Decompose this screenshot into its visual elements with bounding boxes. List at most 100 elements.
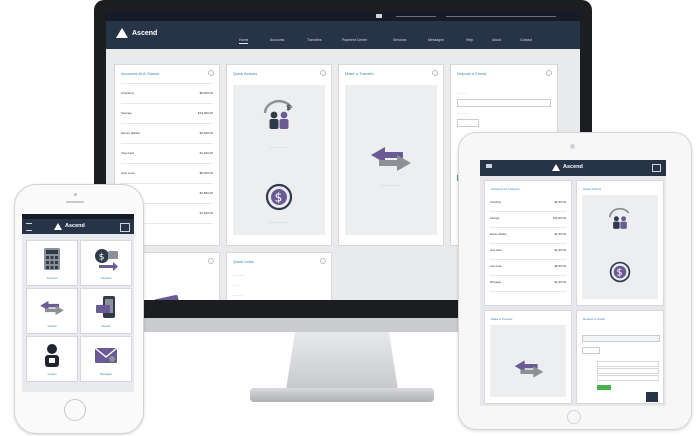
tile-label: Deposit <box>101 325 111 328</box>
tablet-quick-actions-widget: Quick Actions $ <box>576 180 664 306</box>
account-name[interactable]: Mortgage <box>490 281 501 284</box>
close-icon[interactable] <box>320 258 326 264</box>
nav-transfers[interactable]: Transfers <box>307 38 322 42</box>
close-icon[interactable] <box>432 70 438 76</box>
nav-home[interactable]: Home <box>239 38 249 44</box>
tablet-deposit-widget: Deposit a Check <box>576 310 664 404</box>
deposit-submit-button[interactable] <box>597 385 611 390</box>
account-name[interactable]: Auto Loan <box>121 171 135 175</box>
close-icon[interactable] <box>208 258 214 264</box>
close-icon[interactable] <box>320 70 326 76</box>
account-name[interactable]: Checking <box>490 201 501 204</box>
tile-label: Messages <box>100 373 112 376</box>
envelope-icon <box>94 347 118 363</box>
account-name[interactable]: Savings <box>121 111 132 115</box>
tile-deposit[interactable]: Deposit <box>80 288 132 334</box>
deposit-back-upload[interactable] <box>597 368 659 374</box>
transfer-arrows-icon[interactable] <box>513 359 545 379</box>
quick-link[interactable]: — — <box>233 283 240 287</box>
account-balance: $1,200.00 <box>199 151 213 155</box>
phone-speaker <box>66 201 84 203</box>
tile-transfer[interactable]: Transfer <box>26 288 78 334</box>
ascend-logo-icon[interactable] <box>54 223 62 230</box>
deposit-field-label: — — — <box>457 91 468 95</box>
nav-about[interactable]: About <box>492 38 501 42</box>
chat-icon[interactable] <box>486 164 492 168</box>
account-name[interactable]: Visa Card <box>490 249 501 252</box>
loan-officer-icon[interactable] <box>607 207 633 229</box>
tile-messages[interactable]: Messages <box>80 336 132 382</box>
quick-action-caption: — — — — — <box>269 220 289 224</box>
brand-name[interactable]: Ascend <box>65 223 85 229</box>
menu-icon[interactable] <box>652 164 661 172</box>
transfer-title: Make a Transfer <box>345 71 374 76</box>
transfer-caption: — — — — — <box>381 183 401 187</box>
transfer-arrows-icon <box>40 300 64 316</box>
tablet-camera <box>570 144 575 149</box>
account-balance: $4,000.00 <box>554 233 566 236</box>
tile-transfers[interactable]: $ Transfers <box>80 240 132 286</box>
deposit-amount-input[interactable] <box>457 119 479 127</box>
dollar-circle-icon[interactable]: $ <box>609 261 631 283</box>
deposit-account-select[interactable] <box>457 99 551 107</box>
close-icon[interactable] <box>208 70 214 76</box>
tile-label: Transfer <box>47 325 57 328</box>
phone-camera <box>74 193 77 196</box>
phone-home-button <box>64 399 86 421</box>
account-icon[interactable] <box>120 223 130 232</box>
account-balance: $1,200.00 <box>554 281 566 284</box>
deposit-account-select[interactable] <box>582 335 660 342</box>
account-name[interactable]: Visa Card <box>121 151 134 155</box>
brand-name[interactable]: Ascend <box>132 30 157 37</box>
tile-accounts[interactable]: Accounts <box>26 240 78 286</box>
chat-icon[interactable] <box>376 14 382 18</box>
deposit-front-upload[interactable] <box>597 361 659 367</box>
quick-link[interactable]: — — — <box>233 273 244 277</box>
tablet-transfer-widget: Make a Transfer <box>484 310 572 404</box>
monitor-base <box>250 388 434 402</box>
account-name[interactable]: Savings <box>490 217 499 220</box>
chat-launcher-icon[interactable] <box>646 392 658 402</box>
nav-payment-center[interactable]: Payment Center <box>342 38 367 42</box>
quick-link[interactable]: — — — <box>233 293 244 297</box>
account-balance: $1,200.00 <box>554 249 566 252</box>
account-balance: $5,000.00 <box>199 91 213 95</box>
loan-officer-icon[interactable]: $ <box>261 99 297 129</box>
svg-text:$: $ <box>99 253 105 263</box>
tile-contact[interactable]: Contact <box>26 336 78 382</box>
svg-text:$: $ <box>617 268 623 279</box>
account-name[interactable]: Money Market <box>121 131 140 135</box>
bill-money-icon[interactable] <box>151 293 183 300</box>
account-name[interactable]: Auto Loan <box>490 265 502 268</box>
brand-name[interactable]: Ascend <box>563 164 583 170</box>
nav-help[interactable]: Help <box>466 38 473 42</box>
account-name[interactable]: Money Market <box>490 233 506 236</box>
monitor-stand <box>286 332 398 390</box>
mobile-deposit-icon <box>96 296 115 318</box>
deposit-amount-input[interactable] <box>582 347 600 354</box>
account-balance: $8,000.00 <box>199 171 213 175</box>
menu-icon[interactable] <box>26 223 32 231</box>
close-icon[interactable] <box>546 70 552 76</box>
deposit-note-field[interactable] <box>597 375 659 381</box>
utility-links[interactable] <box>396 16 436 17</box>
nav-contact[interactable]: Contact <box>520 38 532 42</box>
calculator-icon <box>44 248 60 270</box>
person-icon <box>45 344 59 367</box>
account-name[interactable]: Checking <box>121 91 134 95</box>
dollar-circle-icon[interactable]: $ <box>265 183 293 211</box>
tablet-quick-actions-title: Quick Actions <box>583 187 602 191</box>
svg-text:$: $ <box>286 103 291 112</box>
nav-services[interactable]: Services <box>393 38 406 42</box>
nav-messages[interactable]: Messages <box>428 38 444 42</box>
deposit-title: Deposit a Check <box>457 71 487 76</box>
tablet-home-button <box>567 410 581 424</box>
deposit-amount-label: — — — <box>457 111 468 115</box>
tablet-screen: Ascend Accounts At A Glance Checking $5,… <box>480 160 666 406</box>
ascend-logo-icon[interactable] <box>552 164 560 171</box>
utility-status <box>446 16 556 17</box>
ascend-logo-icon[interactable] <box>116 28 128 38</box>
quick-actions-title: Quick Actions <box>233 71 258 76</box>
nav-accounts[interactable]: Accounts <box>270 38 284 42</box>
transfer-arrows-icon[interactable] <box>369 145 413 173</box>
